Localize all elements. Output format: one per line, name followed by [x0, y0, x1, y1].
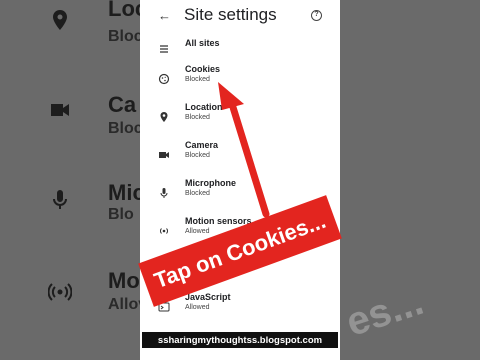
settings-item-location[interactable]: Location Blocked — [140, 98, 340, 136]
location-pin-icon — [53, 10, 67, 30]
settings-item-status: Allowed — [185, 304, 210, 311]
bg-row-motion: Mo Allov — [0, 268, 147, 358]
site-settings-panel: ← Site settings ? All sites Cookies Bloc… — [140, 0, 340, 360]
bg-sub: Blo — [108, 206, 134, 223]
bg-row-microphone: Mic Blo — [0, 180, 145, 270]
app-bar: ← Site settings ? — [140, 0, 340, 34]
cookie-icon — [158, 73, 170, 85]
settings-item-status: Blocked — [185, 114, 210, 121]
settings-item-status: Blocked — [185, 152, 210, 159]
bg-row-camera: Ca Block — [0, 92, 152, 182]
bg-title: Mo — [108, 268, 140, 293]
settings-item-cookies[interactable]: Cookies Blocked — [140, 60, 340, 98]
bg-row-location: Loc Blocke — [0, 0, 160, 90]
settings-item-status: Allowed — [185, 228, 210, 235]
camera-icon — [159, 152, 169, 158]
blog-url-bar: ssharingmythoughtss.blogspot.com — [142, 332, 338, 348]
settings-item-camera[interactable]: Camera Blocked — [140, 136, 340, 174]
settings-item-status: Blocked — [185, 190, 210, 197]
bg-title: Ca — [108, 92, 137, 117]
arrow-left-icon[interactable]: ← — [158, 8, 171, 23]
help-icon[interactable]: ? — [311, 10, 322, 21]
motion-sensor-icon — [48, 283, 72, 301]
camera-icon — [51, 104, 69, 116]
settings-item-label: JavaScript — [185, 292, 231, 302]
settings-item-status: Blocked — [185, 76, 210, 83]
motion-sensor-icon — [159, 228, 169, 234]
settings-item-label: All sites — [185, 38, 220, 48]
settings-item-label: Camera — [185, 140, 219, 150]
blog-url-text: ssharingmythoughtss.blogspot.com — [157, 334, 323, 346]
page-title: Site settings — [184, 5, 277, 24]
settings-item-label: Cookies — [185, 64, 221, 74]
settings-item-label: Motion sensors — [185, 216, 252, 226]
settings-item-label: Microphone — [185, 178, 236, 188]
location-pin-icon — [160, 112, 168, 122]
microphone-icon — [160, 188, 168, 198]
microphone-icon — [53, 190, 67, 209]
list-icon — [160, 45, 168, 53]
settings-item-label: Location — [185, 102, 223, 112]
